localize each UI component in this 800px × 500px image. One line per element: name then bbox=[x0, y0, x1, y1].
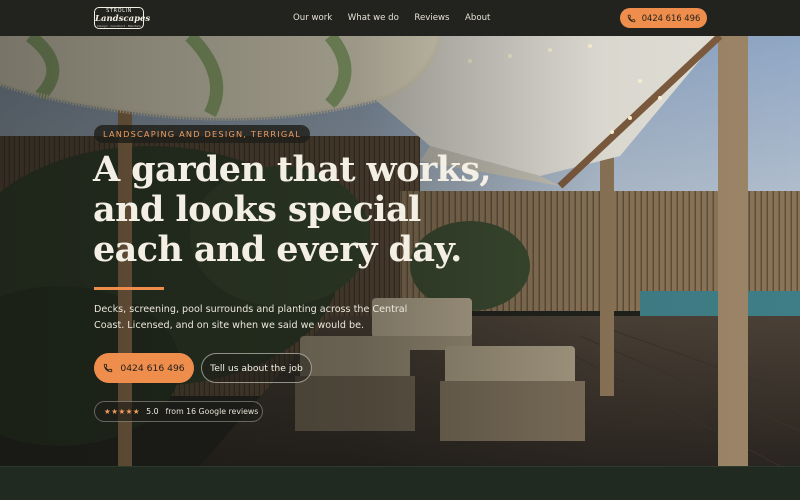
next-section-strip bbox=[0, 466, 800, 500]
headline-line-1: A garden that works, bbox=[93, 149, 492, 190]
rating-score: 5.0 bbox=[146, 407, 159, 416]
nav-link-what-we-do[interactable]: What we do bbox=[348, 13, 399, 23]
headline-line-2: and looks special bbox=[93, 189, 421, 230]
hero-eyebrow: LANDSCAPING AND DESIGN, TERRIGAL bbox=[94, 125, 310, 143]
nav-link-about[interactable]: About bbox=[465, 13, 490, 23]
rating-text: from 16 Google reviews bbox=[165, 407, 259, 416]
phone-icon bbox=[627, 14, 635, 22]
site-header: STROLIN Landscapes Design · Construct · … bbox=[0, 0, 800, 36]
header-call-button[interactable]: 0424 616 496 bbox=[620, 8, 707, 28]
nav-link-reviews[interactable]: Reviews bbox=[414, 13, 449, 23]
main-nav: Our work What we do Reviews About bbox=[293, 0, 506, 36]
hero: LANDSCAPING AND DESIGN, TERRIGAL A garde… bbox=[0, 36, 800, 466]
phone-icon bbox=[104, 363, 113, 373]
nav-link-our-work[interactable]: Our work bbox=[293, 13, 332, 23]
star-rating-icons: ★★★★★ bbox=[104, 407, 141, 416]
tell-us-about-job-button[interactable]: Tell us about the job bbox=[201, 353, 312, 383]
brand-logo[interactable]: STROLIN Landscapes Design · Construct · … bbox=[94, 7, 151, 29]
header-call-label: 0424 616 496 bbox=[641, 13, 701, 23]
hero-headline: A garden that works, and looks special e… bbox=[93, 150, 513, 270]
brand-name: Landscapes bbox=[95, 14, 151, 24]
brand-tagline: Design · Construct · Maintain bbox=[97, 23, 141, 28]
headline-underline bbox=[94, 287, 164, 290]
headline-line-3: each and every day. bbox=[93, 229, 462, 270]
hero-call-button[interactable]: 0424 616 496 bbox=[94, 353, 194, 383]
hero-call-label: 0424 616 496 bbox=[120, 362, 185, 374]
hero-lede: Decks, screening, pool surrounds and pla… bbox=[94, 304, 408, 331]
google-reviews-badge[interactable]: ★★★★★ 5.0 from 16 Google reviews bbox=[94, 401, 263, 422]
